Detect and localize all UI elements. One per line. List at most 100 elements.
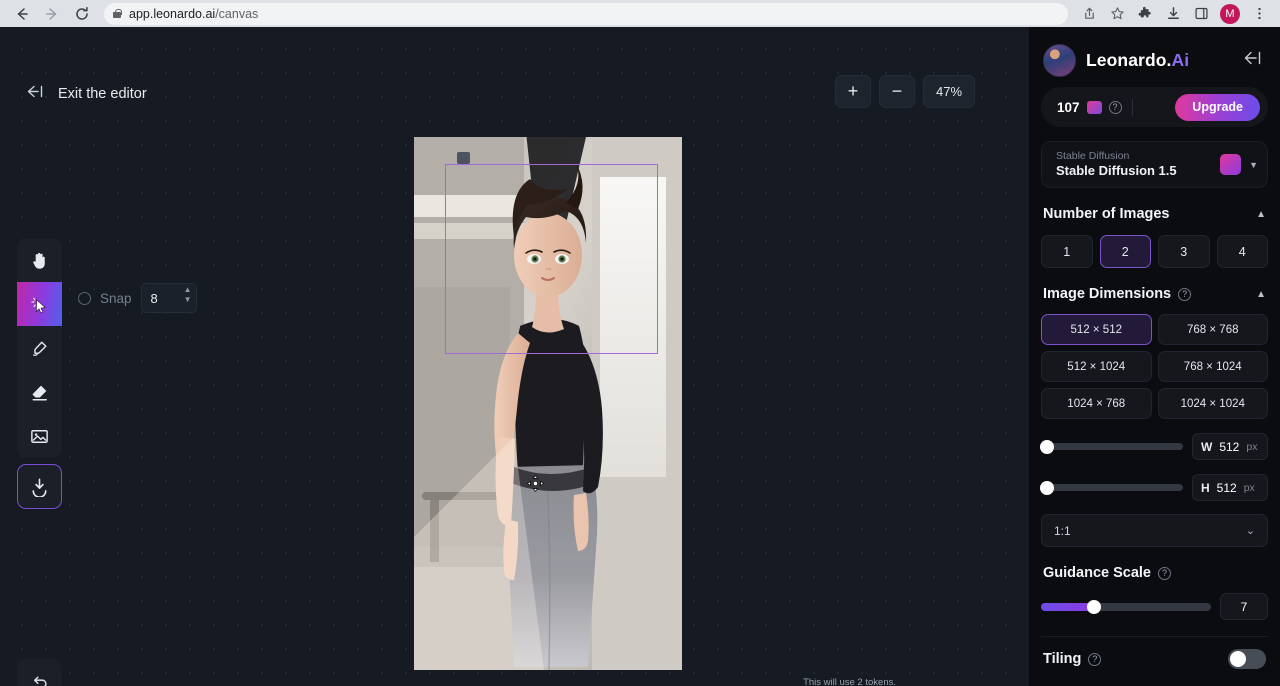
num-images-option-3[interactable]: 3 <box>1158 235 1210 268</box>
zoom-level-display[interactable]: 47% <box>923 75 975 108</box>
hand-tool[interactable] <box>17 238 62 282</box>
eraser-tool[interactable] <box>17 370 62 414</box>
reload-icon <box>74 6 90 22</box>
width-slider[interactable] <box>1041 443 1183 450</box>
bookmark-button[interactable] <box>1104 2 1130 26</box>
browser-reload-button[interactable] <box>68 2 96 26</box>
exit-editor-button[interactable]: Exit the editor <box>26 85 147 102</box>
help-icon[interactable]: ? <box>1178 288 1191 301</box>
height-slider[interactable] <box>1041 484 1183 491</box>
chevron-down-icon[interactable]: ⌄ <box>1246 524 1255 537</box>
snap-value: 8 <box>151 291 158 306</box>
stepper-down-icon[interactable]: ▼ <box>184 296 192 304</box>
guidance-scale-row: 7 <box>1029 593 1280 620</box>
width-slider-knob[interactable] <box>1040 440 1054 454</box>
zoom-in-button[interactable]: + <box>835 75 871 108</box>
dimension-option-512x512[interactable]: 512 × 512 <box>1041 314 1152 345</box>
number-of-images-header[interactable]: Number of Images ▲ <box>1029 206 1280 222</box>
browser-menu-button[interactable] <box>1246 2 1272 26</box>
image-tool[interactable] <box>17 414 62 458</box>
height-slider-knob[interactable] <box>1040 481 1054 495</box>
browser-forward-button[interactable] <box>38 2 66 26</box>
magic-select-tool[interactable] <box>17 282 62 326</box>
download-tool-icon <box>29 476 50 497</box>
download-icon <box>1166 6 1181 21</box>
guidance-scale-value[interactable]: 7 <box>1220 593 1268 620</box>
undo-button[interactable] <box>17 659 62 686</box>
selection-handle-badge[interactable] <box>457 152 470 164</box>
model-sub-label: Stable Diffusion <box>1056 150 1212 163</box>
lock-icon <box>112 8 122 19</box>
dimension-option-768x768[interactable]: 768 × 768 <box>1158 314 1269 345</box>
guidance-scale-knob[interactable] <box>1087 600 1101 614</box>
snap-toggle[interactable] <box>78 292 91 305</box>
chevron-up-icon[interactable]: ▲ <box>1256 289 1266 300</box>
downloads-button[interactable] <box>1160 2 1186 26</box>
zoom-out-button[interactable]: − <box>879 75 915 108</box>
aspect-ratio-select[interactable]: 1:1 ⌄ <box>1041 514 1268 547</box>
canvas-area[interactable]: Exit the editor + − 47% <box>0 27 1029 686</box>
num-images-option-2[interactable]: 2 <box>1100 235 1152 268</box>
image-dimensions-options: 512 × 512 768 × 768 512 × 1024 768 × 102… <box>1029 314 1280 419</box>
exit-editor-label: Exit the editor <box>58 86 147 102</box>
dimension-option-1024x768[interactable]: 1024 × 768 <box>1041 388 1152 419</box>
help-icon[interactable]: ? <box>1158 567 1171 580</box>
tiling-row: Tiling ? <box>1029 649 1280 669</box>
model-selector[interactable]: Stable Diffusion Stable Diffusion 1.5 ▼ <box>1041 141 1268 188</box>
tiling-title: Tiling <box>1043 651 1081 667</box>
dimension-option-768x1024[interactable]: 768 × 1024 <box>1158 351 1269 382</box>
dimension-option-512x1024[interactable]: 512 × 1024 <box>1041 351 1152 382</box>
chevron-up-icon[interactable]: ▲ <box>1256 209 1266 220</box>
back-arrow-icon <box>14 6 30 22</box>
snap-stepper[interactable]: ▲ ▼ <box>184 286 192 304</box>
star-icon <box>1110 6 1125 21</box>
width-unit: px <box>1246 441 1257 453</box>
width-field[interactable]: W 512 px <box>1192 433 1268 460</box>
share-button[interactable] <box>1076 2 1102 26</box>
guidance-scale-slider[interactable] <box>1041 603 1211 611</box>
collapse-panel-icon[interactable] <box>1242 50 1266 70</box>
arrow-to-bar-icon <box>26 85 45 102</box>
browser-toolbar: app.leonardo.ai/canvas M <box>0 0 1280 27</box>
generated-image[interactable] <box>414 137 682 670</box>
magic-cursor-icon <box>29 294 50 315</box>
help-icon[interactable]: ? <box>1088 653 1101 666</box>
token-icon <box>1087 101 1102 114</box>
upgrade-button[interactable]: Upgrade <box>1175 94 1260 121</box>
height-row: H 512 px <box>1029 474 1280 501</box>
snap-control: Snap 8 ▲ ▼ <box>78 283 197 313</box>
help-icon[interactable]: ? <box>1109 101 1122 114</box>
brush-tool[interactable] <box>17 326 62 370</box>
num-images-option-4[interactable]: 4 <box>1217 235 1269 268</box>
profile-avatar[interactable]: M <box>1220 4 1240 24</box>
chevron-down-icon[interactable]: ▼ <box>1249 160 1258 170</box>
snap-input[interactable]: 8 ▲ ▼ <box>141 283 197 313</box>
eraser-icon <box>29 382 50 403</box>
num-images-option-1[interactable]: 1 <box>1041 235 1093 268</box>
browser-back-button[interactable] <box>8 2 36 26</box>
guidance-scale-title: Guidance Scale <box>1043 565 1151 581</box>
aspect-ratio-value: 1:1 <box>1054 524 1071 538</box>
extensions-button[interactable] <box>1132 2 1158 26</box>
share-icon <box>1082 6 1097 21</box>
number-of-images-title: Number of Images <box>1043 206 1170 222</box>
forward-arrow-icon <box>44 6 60 22</box>
width-row: W 512 px <box>1029 433 1280 460</box>
height-value: 512 <box>1217 481 1237 495</box>
width-value: 512 <box>1219 440 1239 454</box>
token-usage-line1: This will use 2 tokens. <box>803 677 896 686</box>
dimension-option-1024x1024[interactable]: 1024 × 1024 <box>1158 388 1269 419</box>
download-tool-button[interactable] <box>17 464 62 509</box>
side-panel-button[interactable] <box>1188 2 1214 26</box>
token-bar: 107 ? Upgrade <box>1041 87 1268 127</box>
address-bar[interactable]: app.leonardo.ai/canvas <box>104 3 1068 25</box>
token-usage-note: This will use 2 tokens. 107 tokens remai… <box>803 677 896 686</box>
guidance-scale-header: Guidance Scale ? <box>1029 565 1280 581</box>
image-dimensions-header[interactable]: Image Dimensions ? ▲ <box>1029 286 1280 302</box>
height-field[interactable]: H 512 px <box>1192 474 1268 501</box>
brand-header: Leonardo.Ai <box>1029 27 1280 81</box>
tiling-toggle[interactable] <box>1228 649 1266 669</box>
height-label: H <box>1201 481 1210 495</box>
stepper-up-icon[interactable]: ▲ <box>184 286 192 294</box>
hand-icon <box>29 250 50 271</box>
